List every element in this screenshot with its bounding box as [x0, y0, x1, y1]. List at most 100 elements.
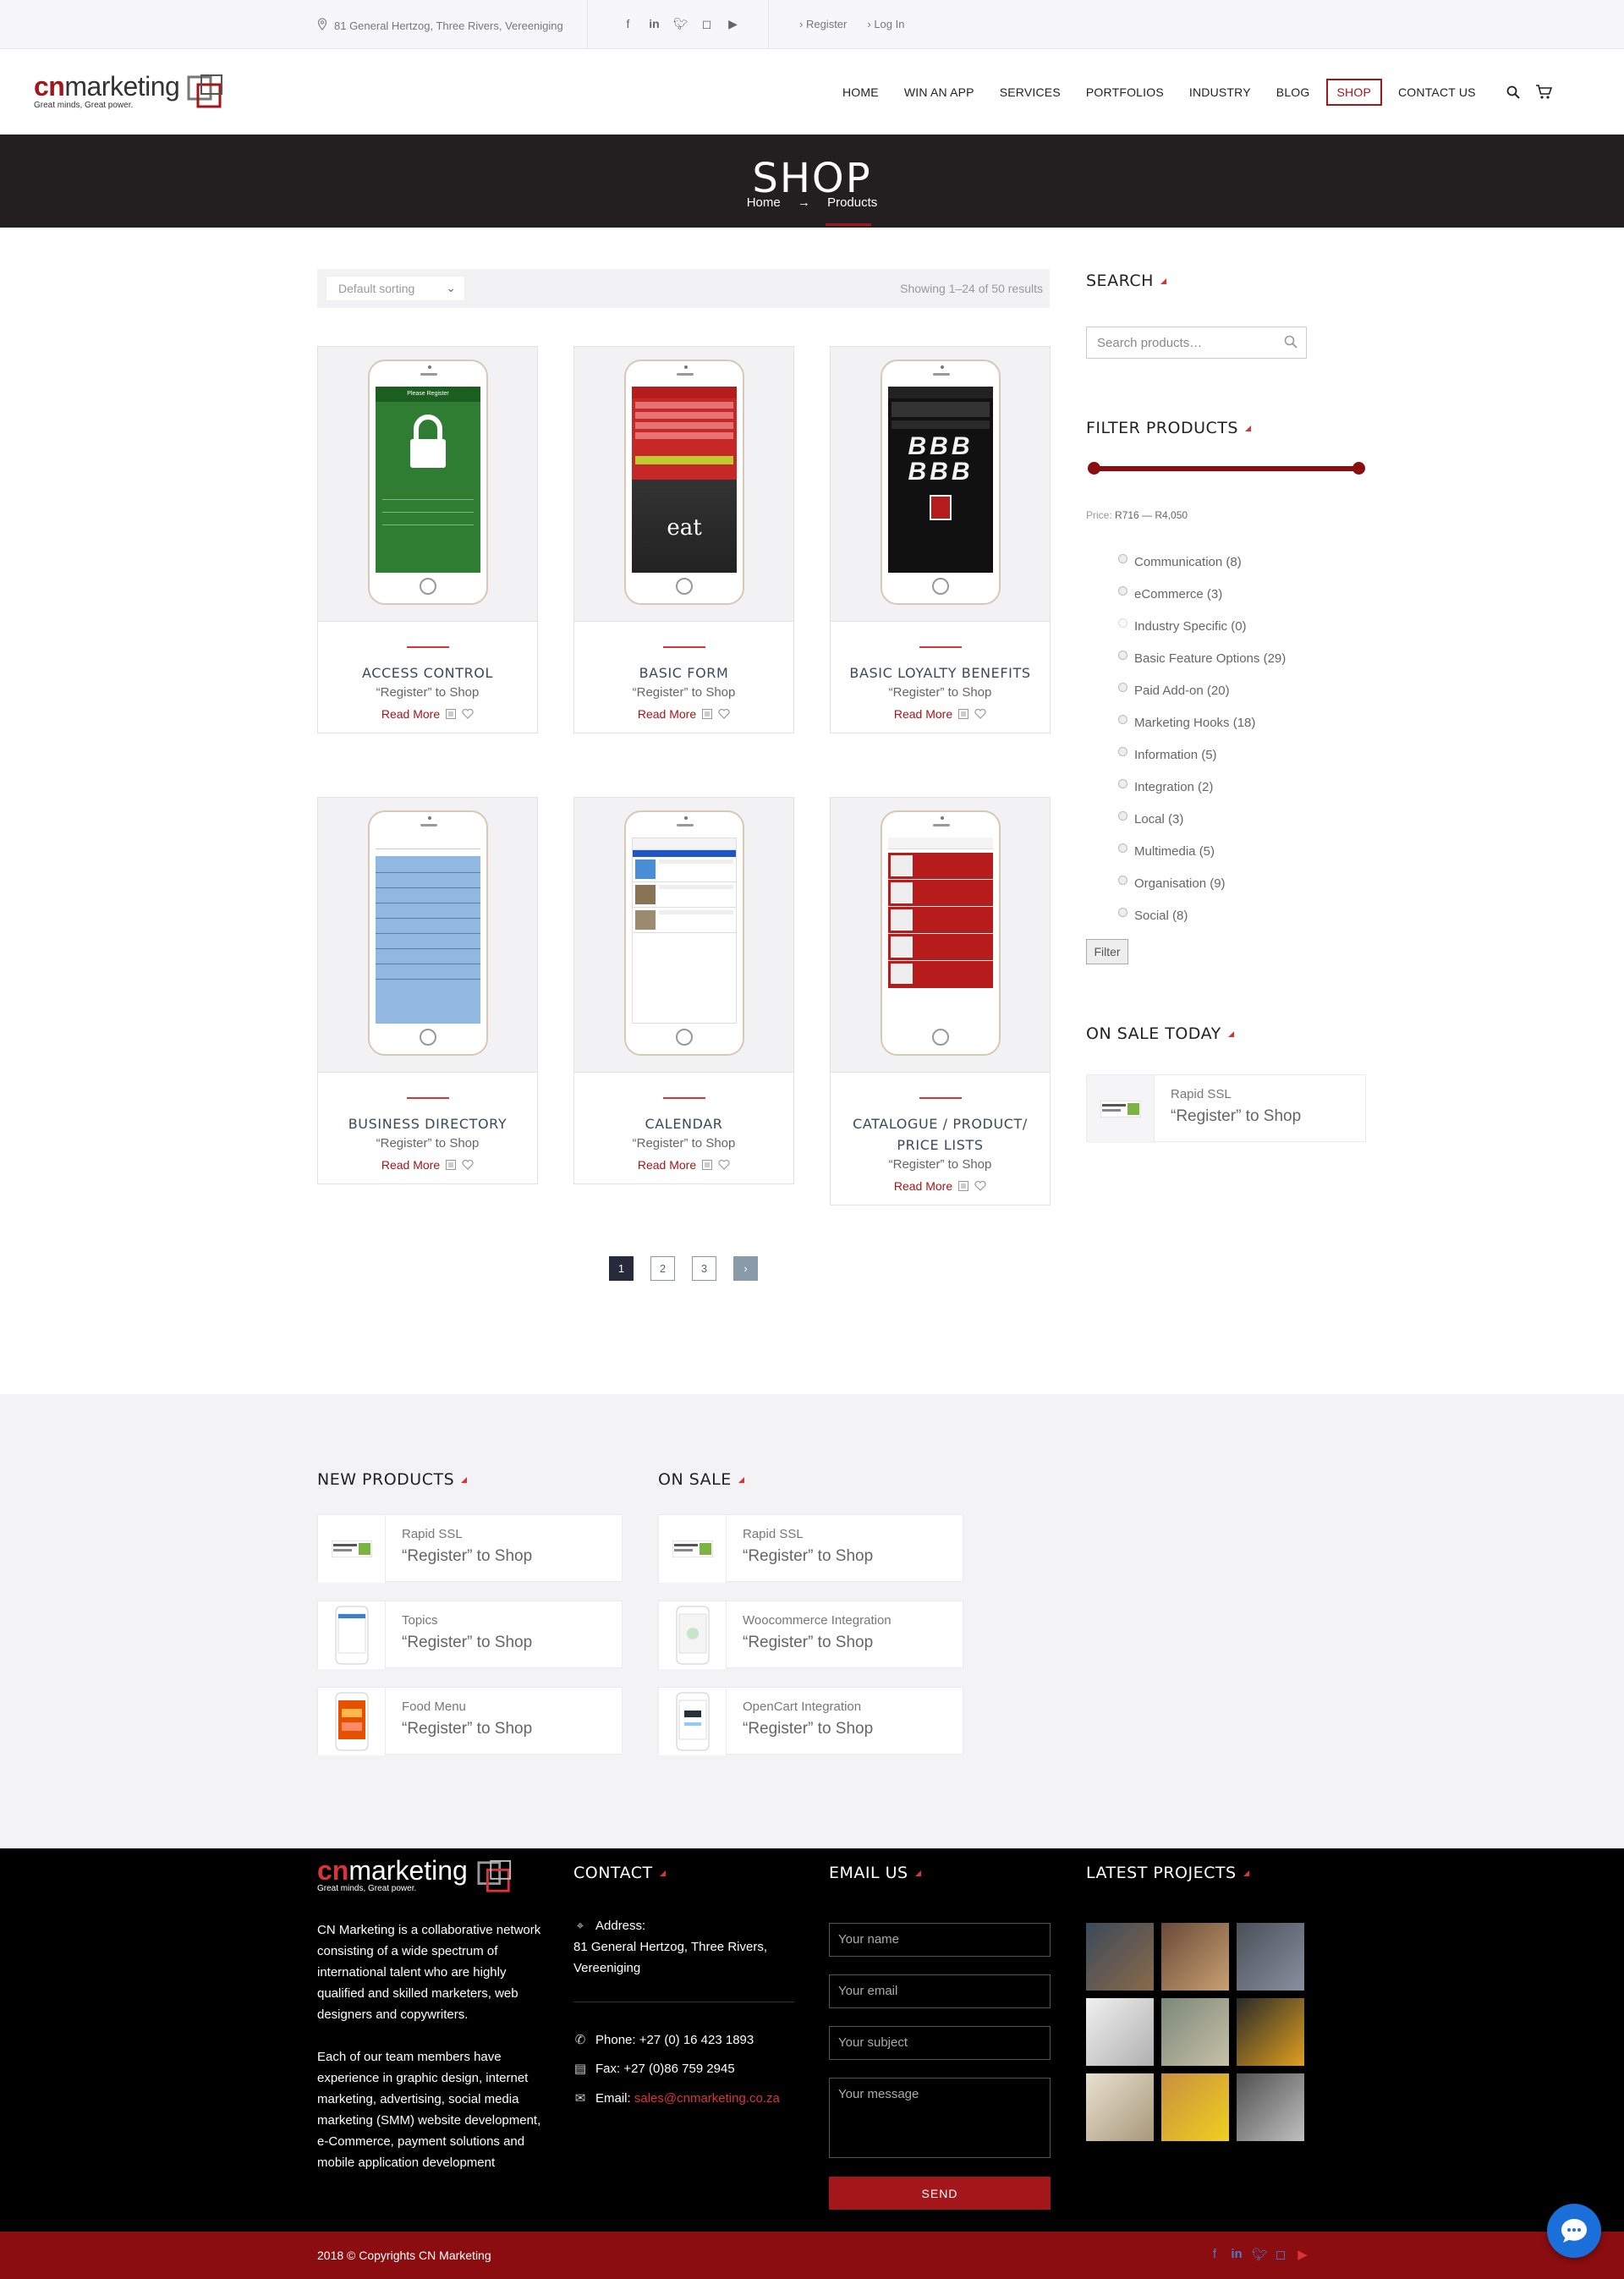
- read-more-link[interactable]: Read More: [381, 707, 440, 721]
- product-thumbnail[interactable]: [659, 1515, 727, 1583]
- details-icon[interactable]: [701, 1159, 713, 1171]
- nav-industry[interactable]: INDUSTRY: [1180, 80, 1260, 104]
- product-card[interactable]: CALENDAR “Register” to Shop Read More: [573, 797, 794, 1184]
- read-more-link[interactable]: Read More: [894, 707, 952, 721]
- product-image[interactable]: [831, 798, 1050, 1073]
- product-title[interactable]: CALENDAR: [574, 1113, 793, 1134]
- facebook-icon[interactable]: f: [621, 17, 635, 31]
- next-page-button[interactable]: ›: [733, 1256, 758, 1281]
- category-option[interactable]: Information (5): [1118, 739, 1286, 771]
- product-image[interactable]: BBB BBB: [831, 347, 1050, 622]
- product-image[interactable]: eat: [574, 347, 793, 622]
- project-thumbnail[interactable]: [1237, 2073, 1304, 2141]
- wishlist-heart-icon[interactable]: [462, 1159, 474, 1171]
- youtube-icon[interactable]: ▶: [1296, 2247, 1309, 2262]
- facebook-icon[interactable]: f: [1208, 2247, 1221, 2262]
- product-thumbnail[interactable]: [659, 1688, 727, 1755]
- nav-services[interactable]: SERVICES: [990, 80, 1070, 104]
- product-title[interactable]: BASIC FORM: [574, 662, 793, 684]
- radio-icon[interactable]: [1118, 650, 1127, 660]
- price-slider-max-handle[interactable]: [1352, 462, 1365, 475]
- product-name[interactable]: Woocommerce Integration: [743, 1613, 892, 1628]
- nav-blog[interactable]: BLOG: [1267, 80, 1320, 104]
- project-thumbnail[interactable]: [1237, 1998, 1304, 2066]
- sorting-select[interactable]: Default sorting ⌄: [326, 276, 465, 301]
- new-product-item[interactable]: Food Menu “Register” to Shop: [317, 1687, 623, 1755]
- product-thumbnail[interactable]: [1087, 1075, 1155, 1143]
- nav-home[interactable]: HOME: [833, 80, 888, 104]
- product-image[interactable]: [574, 798, 793, 1073]
- instagram-icon[interactable]: ◻: [1274, 2247, 1287, 2262]
- radio-icon[interactable]: [1118, 682, 1127, 692]
- category-option[interactable]: Multimedia (5): [1118, 835, 1286, 867]
- radio-icon[interactable]: [1118, 778, 1127, 788]
- project-thumbnail[interactable]: [1086, 1923, 1154, 1991]
- product-card[interactable]: eat BASIC FORM “Register” to Shop Read M…: [573, 346, 794, 733]
- project-thumbnail[interactable]: [1161, 1923, 1229, 1991]
- wishlist-heart-icon[interactable]: [718, 708, 730, 720]
- category-option[interactable]: Marketing Hooks (18): [1118, 706, 1286, 739]
- radio-icon[interactable]: [1118, 553, 1127, 563]
- product-card[interactable]: CATALOGUE / PRODUCT/ PRICE LISTS “Regist…: [830, 797, 1051, 1205]
- site-logo[interactable]: cnmarketing Great minds, Great power.: [34, 73, 241, 117]
- read-more-link[interactable]: Read More: [638, 1158, 696, 1172]
- product-name[interactable]: Rapid SSL: [743, 1527, 804, 1541]
- details-icon[interactable]: [445, 1159, 457, 1171]
- breadcrumb-home[interactable]: Home: [747, 195, 781, 210]
- product-card[interactable]: Please Register ACCESS CONTROL “Register…: [317, 346, 538, 733]
- twitter-icon[interactable]: 🐦︎: [673, 17, 689, 31]
- read-more-link[interactable]: Read More: [381, 1158, 440, 1172]
- project-thumbnail[interactable]: [1161, 1998, 1229, 2066]
- details-icon[interactable]: [701, 708, 713, 720]
- footer-logo[interactable]: cnmarketing Great minds, Great power.: [317, 1857, 524, 1894]
- category-option[interactable]: Organisation (9): [1118, 867, 1286, 899]
- details-icon[interactable]: [957, 708, 969, 720]
- linkedin-icon[interactable]: in: [647, 17, 661, 31]
- details-icon[interactable]: [957, 1180, 969, 1192]
- youtube-icon[interactable]: ▶: [726, 17, 740, 31]
- product-thumbnail[interactable]: [659, 1601, 727, 1669]
- product-thumbnail[interactable]: [318, 1688, 386, 1755]
- wishlist-heart-icon[interactable]: [718, 1159, 730, 1171]
- category-option[interactable]: Social (8): [1118, 899, 1286, 931]
- login-link[interactable]: › Log In: [867, 18, 904, 30]
- search-icon[interactable]: [1284, 335, 1298, 352]
- project-thumbnail[interactable]: [1086, 1998, 1154, 2066]
- project-thumbnail[interactable]: [1086, 2073, 1154, 2141]
- message-field[interactable]: Your message: [829, 2078, 1051, 2158]
- radio-icon[interactable]: [1118, 714, 1127, 724]
- radio-icon[interactable]: [1118, 843, 1127, 853]
- category-option[interactable]: Integration (2): [1118, 771, 1286, 803]
- product-title[interactable]: ACCESS CONTROL: [318, 662, 537, 684]
- details-icon[interactable]: [445, 708, 457, 720]
- page-2-button[interactable]: 2: [650, 1256, 675, 1281]
- sale-product-item[interactable]: OpenCart Integration “Register” to Shop: [658, 1687, 963, 1755]
- wishlist-heart-icon[interactable]: [462, 708, 474, 720]
- chat-widget-button[interactable]: [1547, 2204, 1601, 2258]
- product-image[interactable]: Please Register: [318, 347, 537, 622]
- product-name[interactable]: Rapid SSL: [402, 1527, 463, 1541]
- radio-icon[interactable]: [1118, 585, 1127, 596]
- search-icon[interactable]: [1504, 83, 1522, 102]
- product-title[interactable]: BUSINESS DIRECTORY: [318, 1113, 537, 1134]
- read-more-link[interactable]: Read More: [894, 1179, 952, 1193]
- category-option[interactable]: Paid Add-on (20): [1118, 674, 1286, 706]
- product-name[interactable]: OpenCart Integration: [743, 1700, 861, 1714]
- linkedin-icon[interactable]: in: [1230, 2247, 1243, 2262]
- nav-shop[interactable]: SHOP: [1325, 79, 1382, 106]
- name-field[interactable]: Your name: [829, 1923, 1051, 1957]
- product-image[interactable]: [318, 798, 537, 1073]
- page-3-button[interactable]: 3: [692, 1256, 716, 1281]
- project-thumbnail[interactable]: [1237, 1923, 1304, 1991]
- product-name[interactable]: Topics: [402, 1613, 438, 1628]
- nav-contact-us[interactable]: CONTACT US: [1389, 80, 1485, 104]
- page-1-button[interactable]: 1: [609, 1256, 634, 1281]
- cart-icon[interactable]: [1534, 83, 1553, 102]
- on-sale-product[interactable]: Rapid SSL “Register” to Shop: [1086, 1074, 1366, 1143]
- category-option[interactable]: Communication (8): [1118, 546, 1286, 578]
- new-product-item[interactable]: Rapid SSL “Register” to Shop: [317, 1514, 623, 1583]
- new-product-item[interactable]: Topics “Register” to Shop: [317, 1601, 623, 1669]
- send-button[interactable]: SEND: [829, 2177, 1051, 2210]
- instagram-icon[interactable]: ◻: [700, 17, 714, 31]
- wishlist-heart-icon[interactable]: [974, 708, 986, 720]
